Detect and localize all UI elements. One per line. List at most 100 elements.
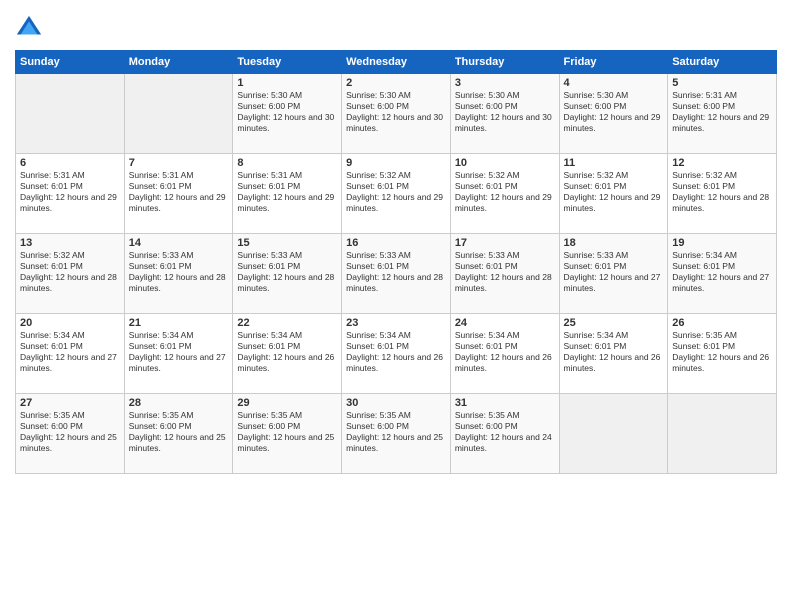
calendar-cell: 30Sunrise: 5:35 AM Sunset: 6:00 PM Dayli…	[342, 394, 451, 474]
calendar-cell	[559, 394, 668, 474]
logo-icon	[15, 14, 43, 42]
day-number: 16	[346, 237, 446, 249]
day-info: Sunrise: 5:30 AM Sunset: 6:00 PM Dayligh…	[237, 90, 337, 134]
page-header	[15, 10, 777, 42]
calendar-cell	[16, 74, 125, 154]
calendar-cell: 23Sunrise: 5:34 AM Sunset: 6:01 PM Dayli…	[342, 314, 451, 394]
calendar-cell: 9Sunrise: 5:32 AM Sunset: 6:01 PM Daylig…	[342, 154, 451, 234]
day-info: Sunrise: 5:34 AM Sunset: 6:01 PM Dayligh…	[672, 250, 772, 294]
day-info: Sunrise: 5:35 AM Sunset: 6:00 PM Dayligh…	[20, 410, 120, 454]
day-number: 28	[129, 397, 229, 409]
calendar-cell: 8Sunrise: 5:31 AM Sunset: 6:01 PM Daylig…	[233, 154, 342, 234]
day-info: Sunrise: 5:34 AM Sunset: 6:01 PM Dayligh…	[455, 330, 555, 374]
day-info: Sunrise: 5:33 AM Sunset: 6:01 PM Dayligh…	[237, 250, 337, 294]
day-info: Sunrise: 5:33 AM Sunset: 6:01 PM Dayligh…	[564, 250, 664, 294]
header-monday: Monday	[124, 51, 233, 74]
day-number: 31	[455, 397, 555, 409]
day-info: Sunrise: 5:32 AM Sunset: 6:01 PM Dayligh…	[20, 250, 120, 294]
calendar-cell: 5Sunrise: 5:31 AM Sunset: 6:00 PM Daylig…	[668, 74, 777, 154]
day-number: 30	[346, 397, 446, 409]
calendar-cell: 1Sunrise: 5:30 AM Sunset: 6:00 PM Daylig…	[233, 74, 342, 154]
day-number: 25	[564, 317, 664, 329]
day-number: 13	[20, 237, 120, 249]
day-number: 3	[455, 77, 555, 89]
calendar-cell	[124, 74, 233, 154]
calendar-cell: 22Sunrise: 5:34 AM Sunset: 6:01 PM Dayli…	[233, 314, 342, 394]
day-info: Sunrise: 5:35 AM Sunset: 6:00 PM Dayligh…	[346, 410, 446, 454]
day-number: 6	[20, 157, 120, 169]
day-number: 18	[564, 237, 664, 249]
calendar-cell: 4Sunrise: 5:30 AM Sunset: 6:00 PM Daylig…	[559, 74, 668, 154]
day-number: 20	[20, 317, 120, 329]
day-info: Sunrise: 5:35 AM Sunset: 6:00 PM Dayligh…	[129, 410, 229, 454]
day-info: Sunrise: 5:30 AM Sunset: 6:00 PM Dayligh…	[455, 90, 555, 134]
day-number: 29	[237, 397, 337, 409]
day-info: Sunrise: 5:31 AM Sunset: 6:01 PM Dayligh…	[237, 170, 337, 214]
day-info: Sunrise: 5:31 AM Sunset: 6:01 PM Dayligh…	[20, 170, 120, 214]
day-info: Sunrise: 5:34 AM Sunset: 6:01 PM Dayligh…	[346, 330, 446, 374]
day-info: Sunrise: 5:32 AM Sunset: 6:01 PM Dayligh…	[564, 170, 664, 214]
calendar-cell: 13Sunrise: 5:32 AM Sunset: 6:01 PM Dayli…	[16, 234, 125, 314]
header-wednesday: Wednesday	[342, 51, 451, 74]
day-number: 23	[346, 317, 446, 329]
day-info: Sunrise: 5:30 AM Sunset: 6:00 PM Dayligh…	[346, 90, 446, 134]
calendar-week-row: 6Sunrise: 5:31 AM Sunset: 6:01 PM Daylig…	[16, 154, 777, 234]
day-info: Sunrise: 5:33 AM Sunset: 6:01 PM Dayligh…	[129, 250, 229, 294]
day-number: 14	[129, 237, 229, 249]
day-info: Sunrise: 5:34 AM Sunset: 6:01 PM Dayligh…	[564, 330, 664, 374]
day-number: 5	[672, 77, 772, 89]
calendar-cell: 12Sunrise: 5:32 AM Sunset: 6:01 PM Dayli…	[668, 154, 777, 234]
day-info: Sunrise: 5:35 AM Sunset: 6:01 PM Dayligh…	[672, 330, 772, 374]
day-number: 19	[672, 237, 772, 249]
day-number: 24	[455, 317, 555, 329]
calendar-header-row: SundayMondayTuesdayWednesdayThursdayFrid…	[16, 51, 777, 74]
calendar-cell: 7Sunrise: 5:31 AM Sunset: 6:01 PM Daylig…	[124, 154, 233, 234]
day-number: 26	[672, 317, 772, 329]
day-info: Sunrise: 5:30 AM Sunset: 6:00 PM Dayligh…	[564, 90, 664, 134]
header-friday: Friday	[559, 51, 668, 74]
calendar-table: SundayMondayTuesdayWednesdayThursdayFrid…	[15, 50, 777, 474]
calendar-cell: 28Sunrise: 5:35 AM Sunset: 6:00 PM Dayli…	[124, 394, 233, 474]
calendar-week-row: 20Sunrise: 5:34 AM Sunset: 6:01 PM Dayli…	[16, 314, 777, 394]
calendar-cell: 15Sunrise: 5:33 AM Sunset: 6:01 PM Dayli…	[233, 234, 342, 314]
calendar-week-row: 13Sunrise: 5:32 AM Sunset: 6:01 PM Dayli…	[16, 234, 777, 314]
calendar-cell: 17Sunrise: 5:33 AM Sunset: 6:01 PM Dayli…	[450, 234, 559, 314]
calendar-cell: 19Sunrise: 5:34 AM Sunset: 6:01 PM Dayli…	[668, 234, 777, 314]
calendar-cell: 18Sunrise: 5:33 AM Sunset: 6:01 PM Dayli…	[559, 234, 668, 314]
day-number: 11	[564, 157, 664, 169]
day-number: 9	[346, 157, 446, 169]
day-number: 7	[129, 157, 229, 169]
calendar-cell: 24Sunrise: 5:34 AM Sunset: 6:01 PM Dayli…	[450, 314, 559, 394]
calendar-cell: 25Sunrise: 5:34 AM Sunset: 6:01 PM Dayli…	[559, 314, 668, 394]
day-info: Sunrise: 5:31 AM Sunset: 6:00 PM Dayligh…	[672, 90, 772, 134]
calendar-week-row: 1Sunrise: 5:30 AM Sunset: 6:00 PM Daylig…	[16, 74, 777, 154]
day-info: Sunrise: 5:35 AM Sunset: 6:00 PM Dayligh…	[237, 410, 337, 454]
logo	[15, 14, 47, 42]
day-number: 1	[237, 77, 337, 89]
header-tuesday: Tuesday	[233, 51, 342, 74]
calendar-cell: 29Sunrise: 5:35 AM Sunset: 6:00 PM Dayli…	[233, 394, 342, 474]
calendar-cell: 31Sunrise: 5:35 AM Sunset: 6:00 PM Dayli…	[450, 394, 559, 474]
day-info: Sunrise: 5:34 AM Sunset: 6:01 PM Dayligh…	[20, 330, 120, 374]
calendar-cell: 11Sunrise: 5:32 AM Sunset: 6:01 PM Dayli…	[559, 154, 668, 234]
calendar-cell: 6Sunrise: 5:31 AM Sunset: 6:01 PM Daylig…	[16, 154, 125, 234]
day-info: Sunrise: 5:34 AM Sunset: 6:01 PM Dayligh…	[237, 330, 337, 374]
day-number: 2	[346, 77, 446, 89]
calendar-cell	[668, 394, 777, 474]
day-info: Sunrise: 5:33 AM Sunset: 6:01 PM Dayligh…	[455, 250, 555, 294]
header-saturday: Saturday	[668, 51, 777, 74]
day-info: Sunrise: 5:32 AM Sunset: 6:01 PM Dayligh…	[455, 170, 555, 214]
calendar-cell: 3Sunrise: 5:30 AM Sunset: 6:00 PM Daylig…	[450, 74, 559, 154]
day-number: 10	[455, 157, 555, 169]
day-info: Sunrise: 5:34 AM Sunset: 6:01 PM Dayligh…	[129, 330, 229, 374]
calendar-cell: 27Sunrise: 5:35 AM Sunset: 6:00 PM Dayli…	[16, 394, 125, 474]
calendar-cell: 10Sunrise: 5:32 AM Sunset: 6:01 PM Dayli…	[450, 154, 559, 234]
day-number: 4	[564, 77, 664, 89]
calendar-cell: 16Sunrise: 5:33 AM Sunset: 6:01 PM Dayli…	[342, 234, 451, 314]
header-sunday: Sunday	[16, 51, 125, 74]
day-info: Sunrise: 5:32 AM Sunset: 6:01 PM Dayligh…	[346, 170, 446, 214]
day-number: 12	[672, 157, 772, 169]
calendar-cell: 20Sunrise: 5:34 AM Sunset: 6:01 PM Dayli…	[16, 314, 125, 394]
day-number: 17	[455, 237, 555, 249]
calendar-week-row: 27Sunrise: 5:35 AM Sunset: 6:00 PM Dayli…	[16, 394, 777, 474]
